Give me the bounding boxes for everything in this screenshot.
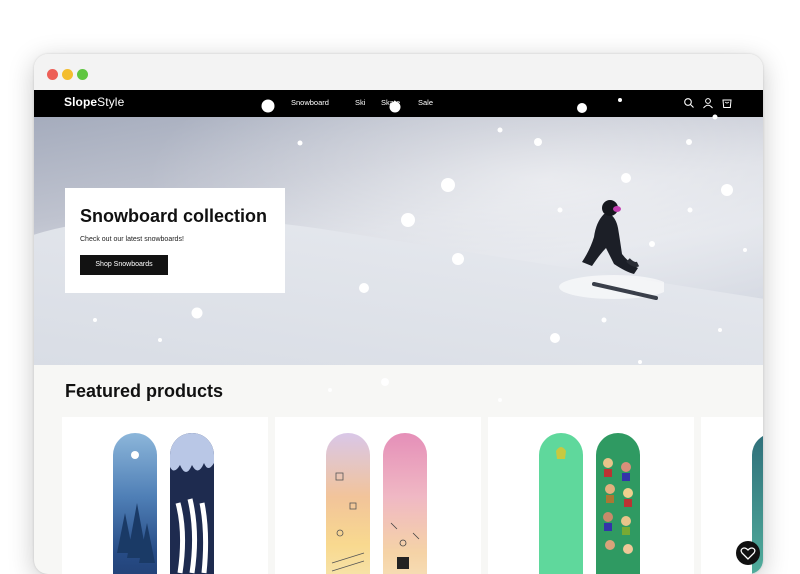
product-image-board	[113, 433, 157, 574]
browser-window: SlopeStyle Snowboard Ski Skate Sale Snow…	[34, 54, 763, 574]
cart-icon[interactable]	[721, 97, 733, 109]
nav-link-snowboard[interactable]: Snowboard	[291, 98, 329, 107]
product-card[interactable]	[275, 417, 481, 574]
shop-snowboards-button[interactable]: Shop Snowboards	[80, 255, 168, 275]
search-icon[interactable]	[683, 97, 695, 109]
minimize-window-button[interactable]	[62, 69, 73, 80]
product-card[interactable]	[62, 417, 268, 574]
nav-link-skate[interactable]: Skate	[381, 98, 400, 107]
nav-link-ski[interactable]: Ski	[355, 98, 365, 107]
product-image-board	[596, 433, 640, 574]
featured-products-title: Featured products	[65, 381, 224, 401]
product-image-board	[326, 433, 370, 574]
wishlist-button[interactable]	[736, 541, 760, 565]
product-image-board	[383, 433, 427, 574]
hero-banner: Snowboard collection Check out our lates…	[34, 117, 763, 365]
product-card[interactable]	[488, 417, 694, 574]
snowboarder-image	[559, 200, 664, 300]
hero-title: Snowboard collection	[80, 206, 268, 226]
hero-subtitle: Check out our latest snowboards!	[80, 236, 184, 243]
window-chrome	[34, 54, 763, 90]
close-window-button[interactable]	[47, 69, 58, 80]
product-image-board	[170, 433, 214, 574]
nav-link-sale[interactable]: Sale	[418, 98, 433, 107]
site-logo[interactable]: SlopeStyle	[64, 95, 124, 109]
product-image-board	[539, 433, 583, 574]
account-icon[interactable]	[702, 97, 714, 109]
maximize-window-button[interactable]	[77, 69, 88, 80]
site-header: SlopeStyle Snowboard Ski Skate Sale	[34, 90, 763, 117]
hero-card: Snowboard collection Check out our lates…	[65, 188, 285, 293]
heart-icon	[740, 547, 756, 560]
